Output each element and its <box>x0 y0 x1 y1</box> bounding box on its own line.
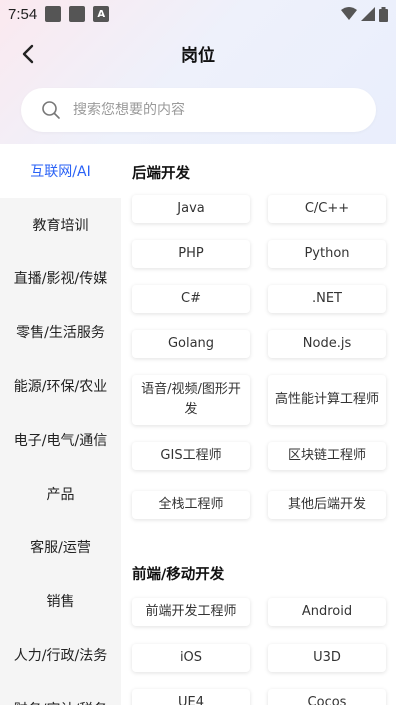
wifi-icon <box>341 7 357 20</box>
sidebar-item[interactable]: 销售 <box>0 574 121 628</box>
job-tag-button[interactable]: Node.js <box>268 330 386 358</box>
job-tag-button[interactable]: Cocos <box>268 689 386 705</box>
job-tag-button[interactable]: UE4 <box>132 689 250 705</box>
back-arrow-icon <box>22 44 34 64</box>
sidebar-item[interactable]: 客服/运营 <box>0 521 121 575</box>
sidebar-item[interactable]: 互联网/AI <box>0 144 121 198</box>
job-tag-button[interactable]: PHP <box>132 240 250 268</box>
sidebar-item[interactable]: 财务/审计/税务 <box>0 682 121 705</box>
back-button[interactable] <box>12 38 44 70</box>
job-tag-button[interactable]: Python <box>268 240 386 268</box>
sidebar-item[interactable]: 直播/影视/传媒 <box>0 252 121 306</box>
job-tag-button[interactable]: U3D <box>268 644 386 672</box>
job-tag-button[interactable]: 前端开发工程师 <box>132 598 250 626</box>
signal-icon <box>361 7 375 21</box>
battery-icon <box>379 6 388 22</box>
status-time: 7:54 <box>8 5 38 23</box>
sidebar-item[interactable]: 能源/环保/农业 <box>0 359 121 413</box>
sidebar-item[interactable]: 产品 <box>0 467 121 521</box>
header: 岗位 <box>0 30 396 76</box>
job-tag-button[interactable]: 语音/视频/图形开发 <box>132 375 250 425</box>
sidebar-item[interactable]: 教育培训 <box>0 198 121 252</box>
job-tag-button[interactable]: 区块链工程师 <box>268 442 386 470</box>
job-tag-button[interactable]: .NET <box>268 285 386 313</box>
sidebar-item[interactable]: 人力/行政/法务 <box>0 628 121 682</box>
job-list: 后端开发 Java C/C++ PHP Python C# .NET Golang Node.j… <box>121 144 396 705</box>
job-tag-button[interactable]: GIS工程师 <box>132 442 250 470</box>
notification-icon <box>69 6 86 22</box>
font-notification-icon: A <box>93 6 110 22</box>
category-sidebar: 互联网/AI 教育培训 直播/影视/传媒 零售/生活服务 能源/环保/农业 电子/电气/通… <box>0 144 121 705</box>
search-icon <box>42 101 60 119</box>
job-tag-button[interactable]: 其他后端开发 <box>268 491 386 519</box>
section-title: 前端/移动开发 <box>132 567 225 583</box>
job-tag-button[interactable]: C/C++ <box>268 195 386 223</box>
search-input[interactable] <box>73 102 353 118</box>
job-tag-button[interactable]: Java <box>132 195 250 223</box>
notification-icon <box>45 6 62 22</box>
search-bar[interactable] <box>21 88 376 132</box>
sidebar-item[interactable]: 零售/生活服务 <box>0 305 121 359</box>
sidebar-item[interactable]: 电子/电气/通信 <box>0 413 121 467</box>
job-tag-button[interactable]: 全栈工程师 <box>132 491 250 519</box>
job-tag-button[interactable]: Golang <box>132 330 250 358</box>
section-title: 后端开发 <box>132 166 190 182</box>
job-tag-button[interactable]: 高性能计算工程师 <box>268 375 386 425</box>
job-tag-button[interactable]: Android <box>268 598 386 626</box>
page-title: 岗位 <box>181 45 215 66</box>
status-bar: 7:54 A <box>0 0 396 28</box>
job-tag-button[interactable]: C# <box>132 285 250 313</box>
job-tag-button[interactable]: iOS <box>132 644 250 672</box>
